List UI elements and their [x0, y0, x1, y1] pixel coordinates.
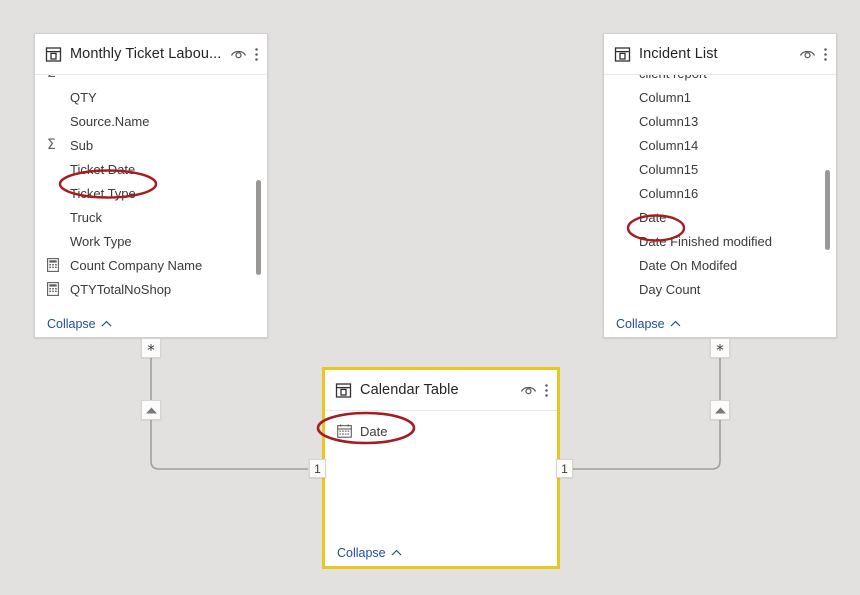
field-label: Date [639, 209, 667, 225]
sigma-icon: Σ [47, 75, 64, 80]
field-label: QTYTotalNoShop [70, 281, 172, 297]
table-header[interactable]: Incident List [604, 34, 836, 75]
field-label: Source.Name [70, 113, 150, 129]
more-options-icon[interactable] [544, 382, 549, 399]
measure-icon [47, 258, 64, 272]
collapse-label: Collapse [47, 317, 96, 331]
field-label: Column14 [639, 137, 699, 153]
chevron-up-icon [391, 549, 402, 556]
table-header[interactable]: Calendar Table [325, 370, 557, 411]
field-label: Date [360, 423, 388, 439]
field-label: Ticket Type [70, 185, 136, 201]
cardinality-one-right[interactable]: 1 [556, 459, 573, 478]
field-row[interactable]: Date [325, 419, 557, 443]
field-label: client report [639, 75, 707, 81]
field-label: Day Count [639, 281, 701, 297]
model-relationship-canvas: Monthly Ticket Labou... ΣQTYSource.NameΣ… [0, 0, 860, 595]
chevron-up-icon [101, 320, 112, 327]
table-title: Incident List [639, 46, 718, 62]
cross-filter-arrow-left[interactable] [141, 400, 161, 420]
field-row[interactable]: Date Finished modified [604, 229, 836, 253]
field-row[interactable]: Count Company Name [35, 253, 267, 277]
field-label: Date Finished modified [639, 233, 772, 249]
field-list[interactable]: Date [325, 411, 557, 540]
arrow-up-icon [145, 407, 157, 413]
field-row[interactable]: Column16 [604, 181, 836, 205]
collapse-label: Collapse [337, 546, 386, 560]
field-row[interactable]: Date On Modifed [604, 253, 836, 277]
cross-filter-arrow-right[interactable] [710, 400, 730, 420]
field-row[interactable]: QTYTotalNoShop [35, 277, 267, 301]
table-card-calendar-table[interactable]: Calendar Table Date Collapse [322, 367, 560, 569]
collapse-label: Collapse [616, 317, 665, 331]
field-label: Column16 [639, 185, 699, 201]
field-row[interactable]: Source.Name [35, 109, 267, 133]
collapse-bar[interactable]: Collapse [604, 311, 836, 337]
measure-icon [47, 282, 64, 296]
collapse-button[interactable]: Collapse [616, 317, 681, 331]
calendar-icon [337, 424, 354, 438]
relationship-line-monthly-calendar[interactable] [150, 338, 308, 470]
field-row[interactable]: Ticket Type [35, 181, 267, 205]
table-card-monthly-ticket-labour[interactable]: Monthly Ticket Labou... ΣQTYSource.NameΣ… [34, 33, 268, 338]
table-title: Monthly Ticket Labou... [70, 46, 222, 62]
field-row[interactable]: Truck [35, 205, 267, 229]
table-icon [45, 46, 62, 63]
collapse-bar[interactable]: Collapse [35, 311, 267, 337]
eye-icon[interactable] [799, 47, 816, 61]
field-label: Ticket Date [70, 161, 136, 177]
vertical-scrollbar[interactable] [825, 170, 830, 250]
field-label: Work Type [70, 233, 132, 249]
field-row[interactable]: Work Type [35, 229, 267, 253]
collapse-button[interactable]: Collapse [337, 546, 402, 560]
field-row[interactable]: Column15 [604, 157, 836, 181]
table-icon [614, 46, 631, 63]
table-icon [335, 382, 352, 399]
field-label: Sub [70, 137, 94, 153]
field-row-clipped[interactable]: Σ [35, 75, 267, 85]
cardinality-many-right[interactable]: * [710, 338, 730, 358]
eye-icon[interactable] [520, 383, 537, 397]
field-row[interactable]: Column1 [604, 85, 836, 109]
field-list[interactable]: client report Column1 Column13 Column14 Colu… [604, 75, 836, 311]
field-label: Column15 [639, 161, 699, 177]
field-label: Truck [70, 209, 103, 225]
field-row[interactable]: Ticket Date [35, 157, 267, 181]
field-row[interactable]: Σ Sub [35, 133, 267, 157]
table-title: Calendar Table [360, 382, 459, 398]
field-row[interactable]: QTY [35, 85, 267, 109]
table-card-incident-list[interactable]: Incident List client report Column1 Column… [603, 33, 837, 338]
more-options-icon[interactable] [254, 46, 259, 63]
field-label: Column13 [639, 113, 699, 129]
field-label: Column1 [639, 89, 692, 105]
field-label: Count Company Name [70, 257, 203, 273]
field-label: Date On Modifed [639, 257, 738, 273]
eye-icon[interactable] [230, 47, 247, 61]
sigma-icon: Σ [47, 137, 56, 153]
cardinality-many-left[interactable]: * [141, 338, 161, 358]
field-row-clipped[interactable]: client report [604, 75, 836, 85]
table-header[interactable]: Monthly Ticket Labou... [35, 34, 267, 75]
relationship-line-incident-calendar[interactable] [572, 338, 721, 470]
field-row[interactable]: Column14 [604, 133, 836, 157]
collapse-button[interactable]: Collapse [47, 317, 112, 331]
field-row[interactable]: Column13 [604, 109, 836, 133]
collapse-bar[interactable]: Collapse [325, 540, 557, 566]
field-row[interactable]: Day Count [604, 277, 836, 301]
cardinality-one-left[interactable]: 1 [309, 459, 326, 478]
vertical-scrollbar[interactable] [256, 180, 261, 275]
field-label: QTY [70, 89, 97, 105]
field-list[interactable]: Σ QTY Source.Name Σ Sub Ticket Date Ticket Typ… [35, 75, 267, 311]
arrow-up-icon [714, 407, 726, 413]
more-options-icon[interactable] [823, 46, 828, 63]
chevron-up-icon [670, 320, 681, 327]
field-row[interactable]: Date [604, 205, 836, 229]
